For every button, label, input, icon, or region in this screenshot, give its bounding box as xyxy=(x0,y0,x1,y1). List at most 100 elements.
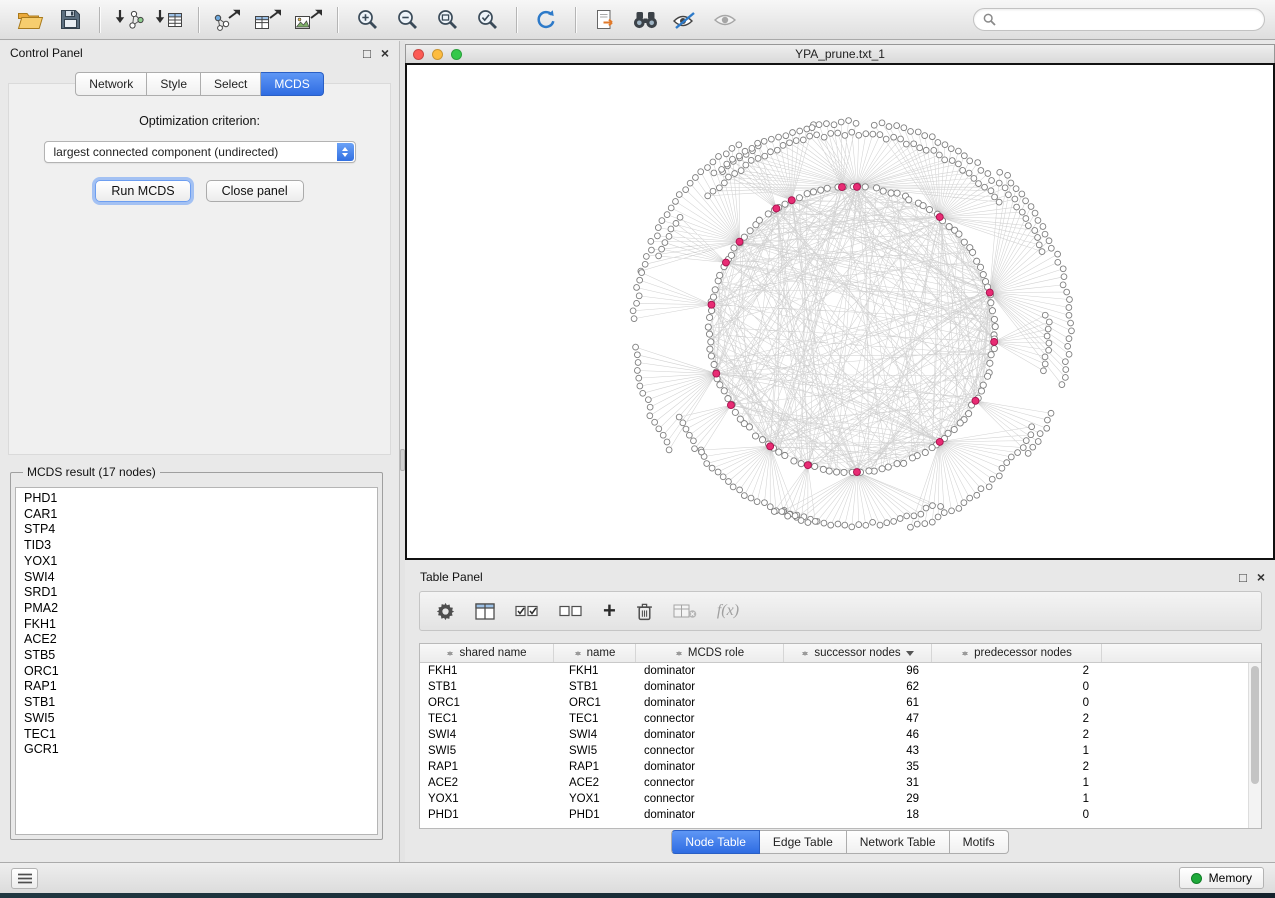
delete-table-button[interactable] xyxy=(673,596,697,626)
mcds-result-item[interactable]: ACE2 xyxy=(16,632,377,648)
table-tab-node-table[interactable]: Node Table xyxy=(671,830,760,854)
table-close-panel-icon[interactable]: × xyxy=(1257,570,1265,584)
columns-icon xyxy=(475,603,495,620)
table-row[interactable]: ACE2ACE2connector311 xyxy=(420,775,1248,791)
column-header-predecessor-nodes[interactable]: predecessor nodes xyxy=(932,644,1102,662)
save-session-button[interactable] xyxy=(50,3,90,37)
select-stepper-icon xyxy=(337,143,354,161)
optimization-criterion-select[interactable]: largest connected component (undirected) xyxy=(44,141,356,163)
show-all-button[interactable] xyxy=(705,3,745,37)
memory-button[interactable]: Memory xyxy=(1179,867,1264,889)
mcds-result-item[interactable]: PHD1 xyxy=(16,491,377,507)
delete-column-button[interactable] xyxy=(636,596,653,626)
deselect-all-columns-button[interactable] xyxy=(559,596,583,626)
select-all-columns-button[interactable] xyxy=(515,596,539,626)
float-panel-icon[interactable]: □ xyxy=(363,47,371,60)
import-network-button[interactable] xyxy=(109,3,149,37)
window-maximize-button[interactable] xyxy=(451,49,462,60)
search-input[interactable] xyxy=(1002,13,1255,27)
plus-icon: + xyxy=(603,600,616,622)
mcds-result-item[interactable]: STP4 xyxy=(16,522,377,538)
status-menu-button[interactable] xyxy=(11,868,38,889)
run-mcds-button[interactable]: Run MCDS xyxy=(95,180,190,202)
mcds-result-item[interactable]: CAR1 xyxy=(16,507,377,523)
column-header-successor-nodes[interactable]: successor nodes xyxy=(784,644,932,662)
zoom-in-button[interactable] xyxy=(347,3,387,37)
tab-select[interactable]: Select xyxy=(201,72,261,96)
column-header-name[interactable]: name xyxy=(554,644,636,662)
search-icon xyxy=(983,13,996,26)
function-builder-button[interactable]: f(x) xyxy=(717,596,739,626)
search-network-button[interactable] xyxy=(625,3,665,37)
table-toolbar: + xyxy=(419,591,1262,631)
mcds-result-item[interactable]: SWI5 xyxy=(16,711,377,727)
window-minimize-button[interactable] xyxy=(432,49,443,60)
zoom-fit-button[interactable] xyxy=(427,3,467,37)
close-panel-icon[interactable]: × xyxy=(381,46,389,60)
mcds-result-item[interactable]: YOX1 xyxy=(16,554,377,570)
show-column-panel-button[interactable] xyxy=(475,596,495,626)
main-toolbar xyxy=(0,0,1275,40)
zoom-out-button[interactable] xyxy=(387,3,427,37)
column-header-MCDS-role[interactable]: MCDS role xyxy=(636,644,784,662)
mcds-result-item[interactable]: RAP1 xyxy=(16,679,377,695)
table-row[interactable]: TEC1TEC1connector472 xyxy=(420,711,1248,727)
sort-icon xyxy=(574,648,582,659)
zoom-selected-button[interactable] xyxy=(467,3,507,37)
column-header-shared-name[interactable]: shared name xyxy=(420,644,554,662)
table-row[interactable]: STB1STB1dominator620 xyxy=(420,679,1248,695)
create-column-button[interactable]: + xyxy=(603,596,616,626)
table-header-row: shared namenameMCDS rolesuccessor nodesp… xyxy=(420,644,1261,663)
table-row[interactable]: SWI5SWI5connector431 xyxy=(420,743,1248,759)
tab-style[interactable]: Style xyxy=(147,72,201,96)
unchecked-boxes-icon xyxy=(559,604,583,618)
hide-selected-button[interactable] xyxy=(665,3,705,37)
zoom-fit-icon xyxy=(436,8,459,31)
close-panel-button[interactable]: Close panel xyxy=(206,180,304,202)
export-network-button[interactable] xyxy=(208,3,248,37)
table-tab-motifs[interactable]: Motifs xyxy=(950,830,1009,854)
table-row[interactable]: YOX1YOX1connector291 xyxy=(420,791,1248,807)
mcds-result-item[interactable]: STB1 xyxy=(16,695,377,711)
table-row[interactable]: PHD1PHD1dominator180 xyxy=(420,807,1248,823)
table-row[interactable]: FKH1FKH1dominator962 xyxy=(420,663,1248,679)
mcds-result-item[interactable]: STB5 xyxy=(16,648,377,664)
export-network-icon xyxy=(214,8,242,31)
apply-layout-button[interactable] xyxy=(526,3,566,37)
table-settings-button[interactable] xyxy=(436,596,455,626)
mcds-result-item[interactable]: TEC1 xyxy=(16,727,377,743)
zoom-selected-icon xyxy=(476,8,499,31)
memory-status-icon xyxy=(1191,873,1202,884)
import-table-button[interactable] xyxy=(149,3,189,37)
table-tab-network-table[interactable]: Network Table xyxy=(847,830,950,854)
open-file-button[interactable] xyxy=(10,3,50,37)
mcds-result-item[interactable]: GCR1 xyxy=(16,742,377,758)
table-row[interactable]: ORC1ORC1dominator610 xyxy=(420,695,1248,711)
table-body: FKH1FKH1dominator962STB1STB1dominator620… xyxy=(420,663,1248,828)
sort-dropdown-icon[interactable] xyxy=(906,651,914,660)
copy-document-button[interactable] xyxy=(585,3,625,37)
table-scrollbar[interactable] xyxy=(1248,663,1261,828)
table-float-panel-icon[interactable]: □ xyxy=(1239,571,1247,584)
network-graph[interactable] xyxy=(407,65,1273,558)
window-close-button[interactable] xyxy=(413,49,424,60)
export-image-button[interactable] xyxy=(288,3,328,37)
table-row[interactable]: RAP1RAP1dominator352 xyxy=(420,759,1248,775)
export-table-button[interactable] xyxy=(248,3,288,37)
mcds-result-item[interactable]: PMA2 xyxy=(16,601,377,617)
mcds-result-item[interactable]: SRD1 xyxy=(16,585,377,601)
toolbar-separator xyxy=(575,7,576,33)
refresh-layout-icon xyxy=(534,8,558,32)
scrollbar-thumb[interactable] xyxy=(1251,666,1259,784)
network-canvas[interactable] xyxy=(405,63,1275,560)
mcds-result-item[interactable]: FKH1 xyxy=(16,617,377,633)
mcds-result-list[interactable]: PHD1CAR1STP4TID3YOX1SWI4SRD1PMA2FKH1ACE2… xyxy=(15,487,378,835)
mcds-result-item[interactable]: SWI4 xyxy=(16,570,377,586)
mcds-result-item[interactable]: TID3 xyxy=(16,538,377,554)
zoom-out-icon xyxy=(396,8,419,31)
table-row[interactable]: SWI4SWI4dominator462 xyxy=(420,727,1248,743)
tab-network[interactable]: Network xyxy=(75,72,147,96)
tab-mcds[interactable]: MCDS xyxy=(261,72,323,96)
mcds-result-item[interactable]: ORC1 xyxy=(16,664,377,680)
table-tab-edge-table[interactable]: Edge Table xyxy=(760,830,847,854)
